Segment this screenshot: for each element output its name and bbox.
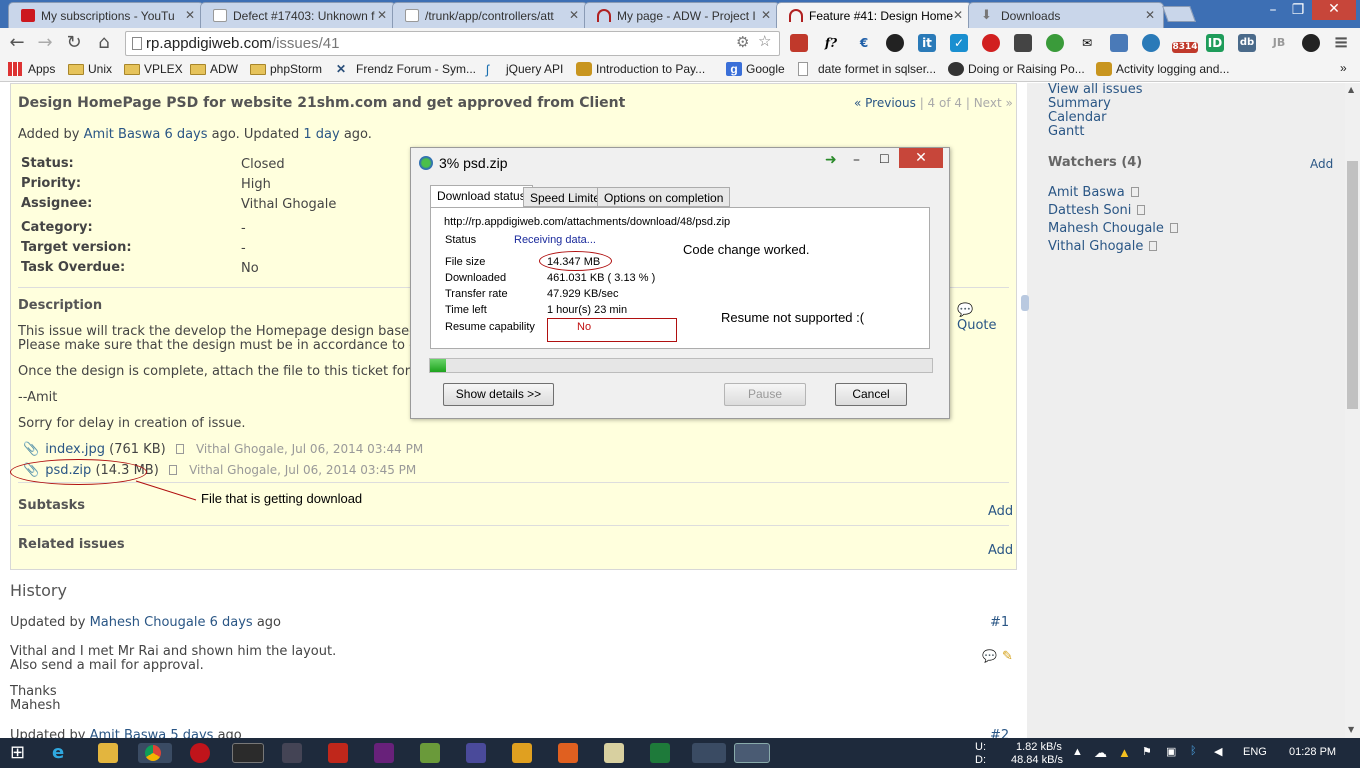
console-icon[interactable] [232, 743, 264, 763]
volume-icon[interactable]: ◀ [1214, 745, 1222, 758]
time-left-value: 1 hour(s) 23 min [547, 304, 628, 316]
download-url: http://rp.appdigiweb.com/attachments/dow… [444, 216, 731, 228]
cloud-icon[interactable]: ☁ [1094, 745, 1107, 761]
resume-annotation: Resume not supported :( [721, 310, 865, 325]
filezilla-icon[interactable] [328, 743, 348, 763]
show-details-button[interactable]: Show details >> [443, 383, 554, 406]
attachment-annotation: File that is getting download [201, 491, 363, 506]
close-dialog-icon[interactable]: ✕ [899, 148, 943, 168]
time-left-label: Time left [445, 304, 487, 316]
file-size-highlight-ellipse [539, 251, 612, 271]
transfer-rate-label: Transfer rate [445, 288, 508, 300]
net-down-label: D: [975, 754, 986, 766]
windows-start-icon[interactable]: ⊞ [10, 743, 30, 763]
downloaded-value: 461.031 KB ( 3.13 % ) [547, 272, 656, 284]
tab-download-status[interactable]: Download status [430, 185, 533, 208]
notepad-icon[interactable] [604, 743, 624, 763]
vs-icon[interactable] [466, 743, 486, 763]
internet-explorer-icon[interactable]: e [52, 743, 72, 763]
download-dialog: 3% psd.zip ➜ – ☐ ✕ Download status Speed… [410, 147, 950, 419]
tool-icon[interactable] [420, 743, 440, 763]
download-manager-task[interactable] [734, 743, 770, 763]
status-label: Status [445, 234, 477, 246]
screen: My subscriptions - YouTu ✕ Defect #17403… [0, 0, 1360, 768]
maximize-icon[interactable]: ☐ [879, 152, 890, 166]
flag-icon[interactable]: ⚑ [1142, 745, 1152, 758]
pause-button[interactable]: Pause [724, 383, 806, 406]
download-manager-icon [419, 156, 433, 170]
dialog-title: 3% psd.zip [439, 155, 508, 171]
visual-studio-icon[interactable] [374, 743, 394, 763]
minimize-icon[interactable]: – [853, 152, 860, 168]
annotation-line [135, 480, 197, 501]
file-explorer-icon[interactable] [98, 743, 118, 763]
chrome-icon [145, 745, 161, 761]
tray-expand-icon[interactable]: ▲ [1072, 746, 1083, 758]
app-icon[interactable] [282, 743, 302, 763]
arrow-right-icon[interactable]: ➜ [825, 152, 837, 168]
download-progress-bar [429, 358, 933, 373]
download-progress-fill [430, 359, 446, 372]
cancel-button[interactable]: Cancel [835, 383, 907, 406]
net-down-value: 48.84 kB/s [1011, 754, 1063, 766]
net-up-label: U: [975, 741, 986, 753]
file-size-label: File size [445, 256, 486, 268]
resume-capability-value: No [577, 321, 592, 333]
transfer-rate-value: 47.929 KB/sec [547, 288, 619, 300]
media-icon[interactable] [512, 743, 532, 763]
xampp-icon[interactable] [558, 743, 578, 763]
resume-capability-label: Resume capability [445, 321, 535, 333]
downloaded-label: Downloaded [445, 272, 507, 284]
download-status-panel: http://rp.appdigiweb.com/attachments/dow… [430, 207, 930, 349]
network-app-icon[interactable] [692, 743, 726, 763]
network-icon[interactable]: ▣ [1166, 745, 1176, 758]
resume-highlight-box [547, 318, 677, 342]
opera-icon[interactable] [190, 743, 210, 763]
net-up-value: 1.82 kB/s [1016, 741, 1062, 753]
language-indicator[interactable]: ENG [1243, 746, 1267, 758]
chrome-task[interactable] [138, 743, 172, 763]
bluetooth-icon[interactable]: ᛒ [1190, 745, 1197, 757]
clock[interactable]: 01:28 PM [1289, 746, 1336, 758]
excel-icon[interactable] [650, 743, 670, 763]
windows-taskbar: ⊞ e U: 1.82 kB/s D: 48.84 kB/s ▲ ☁ ▲ ⚑ ▣… [0, 738, 1360, 768]
drive-icon[interactable]: ▲ [1118, 745, 1131, 760]
status-value: Receiving data... [514, 234, 596, 246]
file-size-annotation: Code change worked. [683, 242, 810, 257]
tab-options-on-completion[interactable]: Options on completion [597, 187, 731, 207]
